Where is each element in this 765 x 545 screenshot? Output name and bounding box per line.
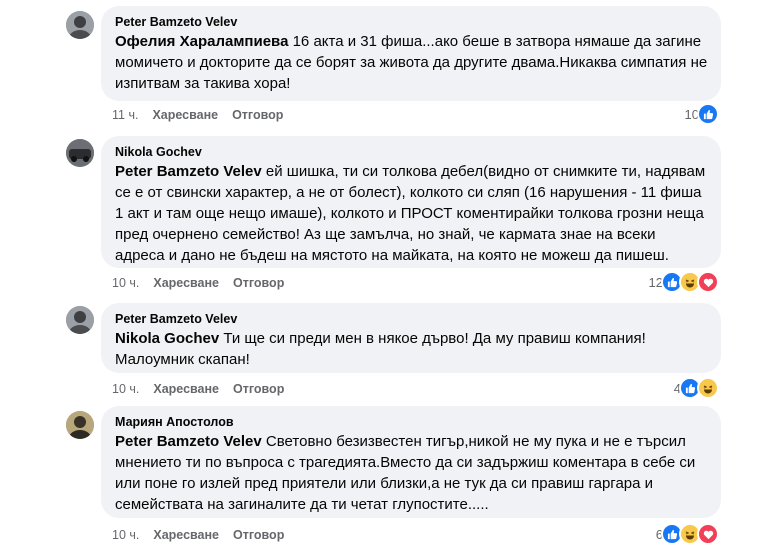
like-button[interactable]: Харесване xyxy=(153,275,219,291)
reply-button[interactable]: Отговор xyxy=(232,107,283,123)
reaction-summary[interactable]: 6 xyxy=(656,523,719,545)
mention-link[interactable]: Офелия Харалампиева xyxy=(115,33,288,50)
comment-text: Peter Bamzeto Velev Световно безизвестен… xyxy=(115,433,696,513)
haha-icon xyxy=(697,377,719,399)
comment-bubble: Peter Bamzeto Velev Nikola Gochev Ти ще … xyxy=(101,303,721,373)
like-button[interactable]: Харесване xyxy=(153,381,219,397)
love-icon xyxy=(697,523,719,545)
like-button[interactable]: Харесване xyxy=(152,107,218,123)
comment-actions: 11 ч. Харесване Отговор xyxy=(112,107,297,123)
reaction-summary[interactable]: 12 xyxy=(649,271,719,293)
avatar[interactable] xyxy=(66,306,94,334)
comment-bubble: Peter Bamzeto Velev Офелия Харалампиева … xyxy=(101,6,721,101)
comment-actions: 10 ч. Харесване Отговор xyxy=(112,527,298,543)
comment-text: Офелия Харалампиева 16 акта и 31 фиша...… xyxy=(115,33,708,92)
like-icon xyxy=(697,103,719,125)
reaction-summary[interactable]: 4 xyxy=(674,377,719,399)
comment-author[interactable]: Nikola Gochev xyxy=(115,144,709,160)
comment-time[interactable]: 11 ч. xyxy=(112,107,138,123)
reply-button[interactable]: Отговор xyxy=(233,527,284,543)
comment-bubble: Nikola Gochev Peter Bamzeto Velev ей шиш… xyxy=(101,136,721,268)
avatar[interactable] xyxy=(66,139,94,167)
comment-time[interactable]: 10 ч. xyxy=(112,527,139,543)
mention-link[interactable]: Nikola Gochev xyxy=(115,330,219,347)
comment-bubble: Мариян Апостолов Peter Bamzeto Velev Све… xyxy=(101,406,721,518)
avatar[interactable] xyxy=(66,411,94,439)
reaction-summary[interactable]: 10 xyxy=(685,103,719,125)
comment-author[interactable]: Мариян Апостолов xyxy=(115,414,709,430)
comment-time[interactable]: 10 ч. xyxy=(112,381,139,397)
reply-button[interactable]: Отговор xyxy=(233,381,284,397)
comment-time[interactable]: 10 ч. xyxy=(112,275,139,291)
mention-link[interactable]: Peter Bamzeto Velev xyxy=(115,433,262,450)
comment-actions: 10 ч. Харесване Отговор xyxy=(112,381,298,397)
avatar[interactable] xyxy=(66,11,94,39)
comment-author[interactable]: Peter Bamzeto Velev xyxy=(115,14,709,30)
comment-text: Peter Bamzeto Velev ей шишка, ти си толк… xyxy=(115,163,706,264)
reply-button[interactable]: Отговор xyxy=(233,275,284,291)
comment-actions: 10 ч. Харесване Отговор xyxy=(112,275,298,291)
love-icon xyxy=(697,271,719,293)
mention-link[interactable]: Peter Bamzeto Velev xyxy=(115,163,262,180)
like-button[interactable]: Харесване xyxy=(153,527,219,543)
comment-author[interactable]: Peter Bamzeto Velev xyxy=(115,311,709,327)
comment-text: Nikola Gochev Ти ще си преди мен в някое… xyxy=(115,330,646,368)
